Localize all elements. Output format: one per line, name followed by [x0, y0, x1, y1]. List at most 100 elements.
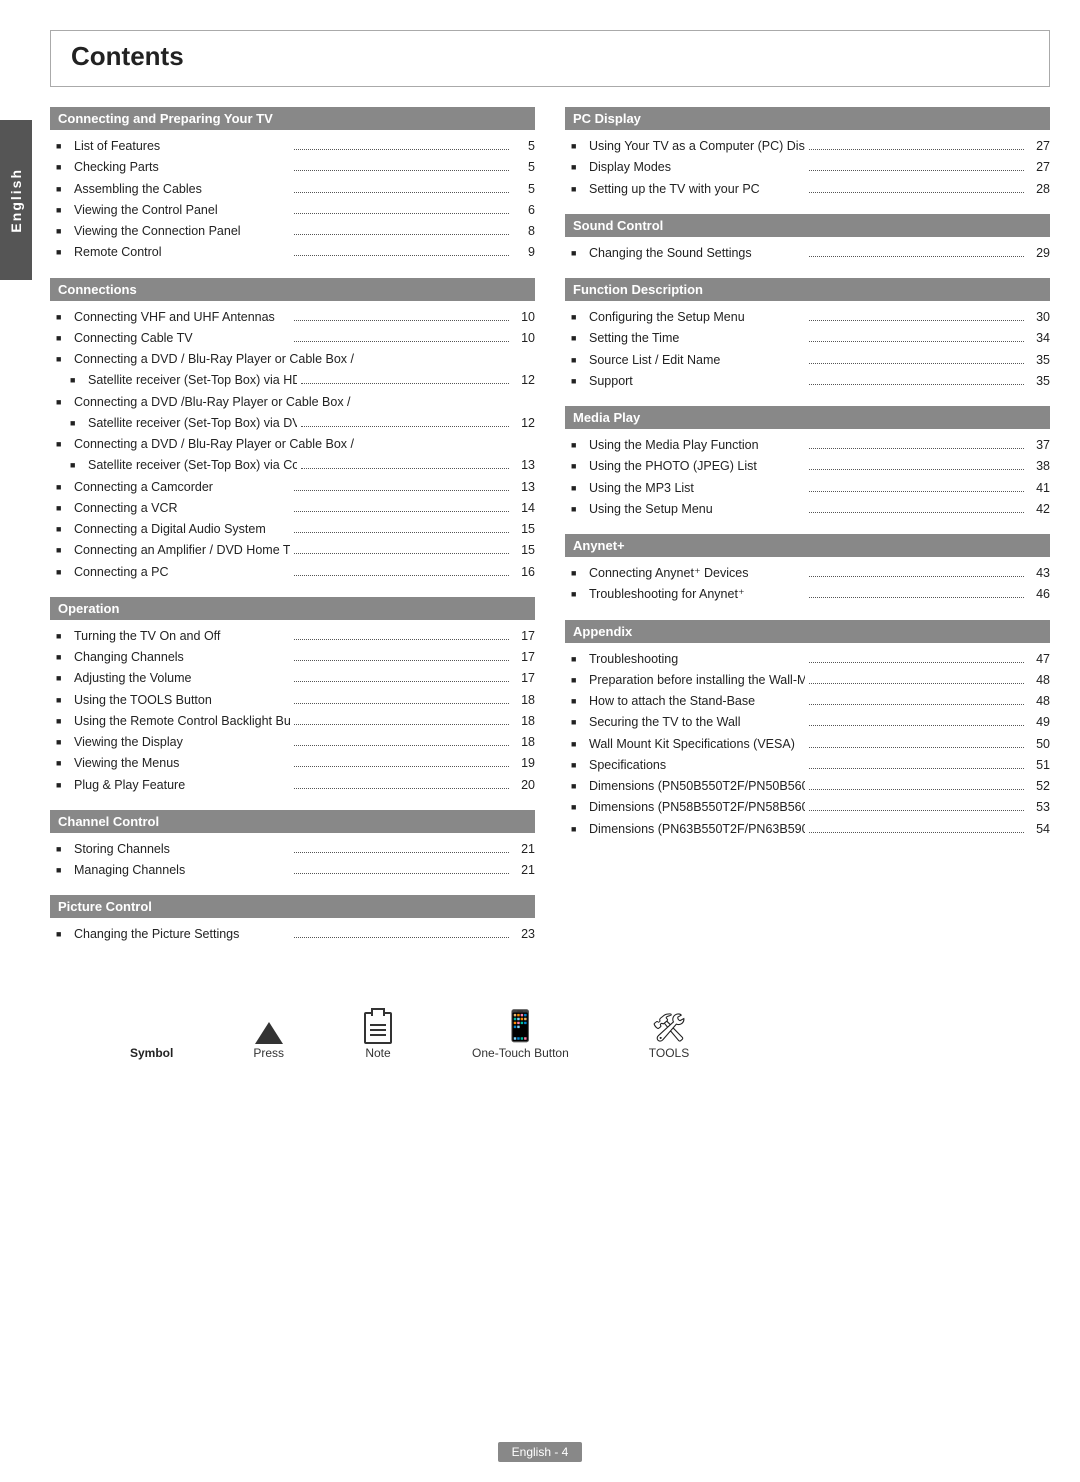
bullet-icon: ■ [56, 245, 70, 260]
toc-page-number: 29 [1028, 243, 1050, 264]
toc-item-label: Connecting a PC [74, 562, 290, 583]
bullet-icon: ■ [571, 800, 585, 815]
toc-dots [294, 937, 510, 938]
toc-item: ■Assembling the Cables5 [50, 179, 535, 200]
toc-page-number: 16 [513, 562, 535, 583]
toc-page-number: 18 [513, 690, 535, 711]
toc-dots [294, 575, 510, 576]
toc-dots [809, 704, 1025, 705]
toc-dots [809, 320, 1025, 321]
toc-dots [294, 703, 510, 704]
toc-item-label: Wall Mount Kit Specifications (VESA) [589, 734, 805, 755]
toc-dots [809, 662, 1025, 663]
toc-dots [809, 597, 1025, 598]
toc-item-label: Dimensions (PN58B550T2F/PN58B560T5F) [589, 797, 805, 818]
toc-item: ■Satellite receiver (Set-Top Box) via Co… [50, 455, 535, 476]
toc-item-label: Connecting a DVD / Blu-Ray Player or Cab… [74, 434, 535, 455]
toc-item: ■Troubleshooting for Anynet⁺46 [565, 584, 1050, 605]
toc-item: ■Connecting a Camcorder13 [50, 477, 535, 498]
toc-item-label: Viewing the Connection Panel [74, 221, 290, 242]
footer-symbols: Symbol Press Note 📱 [50, 1006, 1050, 1060]
bullet-icon: ■ [56, 927, 70, 942]
toc-item-label: Setting the Time [589, 328, 805, 349]
toc-page-number: 53 [1028, 797, 1050, 818]
toc-item: ■Viewing the Menus19 [50, 753, 535, 774]
toc-page-number: 41 [1028, 478, 1050, 499]
toc-item: ■Viewing the Display18 [50, 732, 535, 753]
bullet-icon: ■ [571, 310, 585, 325]
toc-item: ■Wall Mount Kit Specifications (VESA)50 [565, 734, 1050, 755]
toc-page-number: 49 [1028, 712, 1050, 733]
toc-item-label: Troubleshooting [589, 649, 805, 670]
toc-item-label: Satellite receiver (Set-Top Box) via Com… [88, 455, 297, 476]
toc-dots [809, 576, 1025, 577]
toc-dots [809, 256, 1025, 257]
toc-page-number: 14 [513, 498, 535, 519]
toc-item-label: Connecting VHF and UHF Antennas [74, 307, 290, 328]
toc-item: ■Specifications51 [565, 755, 1050, 776]
bullet-icon: ■ [56, 182, 70, 197]
toc-dots [294, 149, 510, 150]
toc-item: ■Viewing the Control Panel6 [50, 200, 535, 221]
toc-item-label: Using the TOOLS Button [74, 690, 290, 711]
symbol-onetouch: 📱 One-Touch Button [472, 1009, 569, 1060]
toc-dots [294, 255, 510, 256]
toc-dots [809, 725, 1025, 726]
toc-item-label: Connecting a VCR [74, 498, 290, 519]
toc-dots [294, 852, 510, 853]
toc-page-number: 48 [1028, 670, 1050, 691]
toc-page-number: 9 [513, 242, 535, 263]
toc-item-label: Connecting a DVD /Blu-Ray Player or Cabl… [74, 392, 535, 413]
toc-page-number: 52 [1028, 776, 1050, 797]
bullet-icon: ■ [571, 673, 585, 688]
toc-dots [809, 363, 1025, 364]
right-column: PC Display■Using Your TV as a Computer (… [565, 107, 1050, 946]
bullet-icon: ■ [56, 842, 70, 857]
toc-item-label: Remote Control [74, 242, 290, 263]
toc-item-label: Viewing the Display [74, 732, 290, 753]
press-label: Press [253, 1046, 284, 1060]
toc-dots [809, 512, 1025, 513]
toc-item: ■ Remote Control 9 [50, 242, 535, 263]
toc-item: ■Viewing the Connection Panel8 [50, 221, 535, 242]
toc-dots [294, 873, 510, 874]
toc-page-number: 47 [1028, 649, 1050, 670]
toc-item: ■Display Modes27 [565, 157, 1050, 178]
section-header: Connections [50, 278, 535, 301]
toc-page-number: 20 [513, 775, 535, 796]
toc-dots [809, 747, 1025, 748]
toc-item: ■List of Features5 [50, 136, 535, 157]
note-icon-lines [370, 1024, 386, 1036]
toc-dots [294, 745, 510, 746]
toc-dots [809, 192, 1025, 193]
toc-item-label: Using the MP3 List [589, 478, 805, 499]
section-header: Connecting and Preparing Your TV [50, 107, 535, 130]
bullet-icon: ■ [571, 715, 585, 730]
toc-dots [294, 681, 510, 682]
toc-page-number: 46 [1028, 584, 1050, 605]
toc-page-number: 5 [513, 136, 535, 157]
section-header: Picture Control [50, 895, 535, 918]
toc-item: ■Configuring the Setup Menu30 [565, 307, 1050, 328]
bullet-icon: ■ [56, 395, 70, 410]
toc-page-number: 21 [513, 839, 535, 860]
bullet-icon: ■ [56, 224, 70, 239]
toc-page-number: 35 [1028, 371, 1050, 392]
toc-item-label: Connecting an Amplifier / DVD Home Theat… [74, 540, 290, 561]
bullet-icon: ■ [56, 714, 70, 729]
toc-item: ■Connecting a PC16 [50, 562, 535, 583]
symbol-title-label: Symbol [130, 1046, 173, 1060]
toc-item: ■ Dimensions (PN58B550T2F/PN58B560T5F) 53 [565, 797, 1050, 818]
toc-page-number: 10 [513, 307, 535, 328]
bullet-icon: ■ [56, 756, 70, 771]
bullet-icon: ■ [56, 863, 70, 878]
bullet-icon: ■ [571, 737, 585, 752]
toc-page-number: 21 [513, 860, 535, 881]
toc-item: ■Dimensions (PN63B550T2F/PN63B590T5F)54 [565, 819, 1050, 840]
toc-dots [809, 832, 1025, 833]
bullet-icon: ■ [571, 246, 585, 261]
toc-item: ■Managing Channels21 [50, 860, 535, 881]
bullet-icon: ■ [56, 310, 70, 325]
toc-item: ■Using the Media Play Function37 [565, 435, 1050, 456]
bullet-icon: ■ [571, 459, 585, 474]
